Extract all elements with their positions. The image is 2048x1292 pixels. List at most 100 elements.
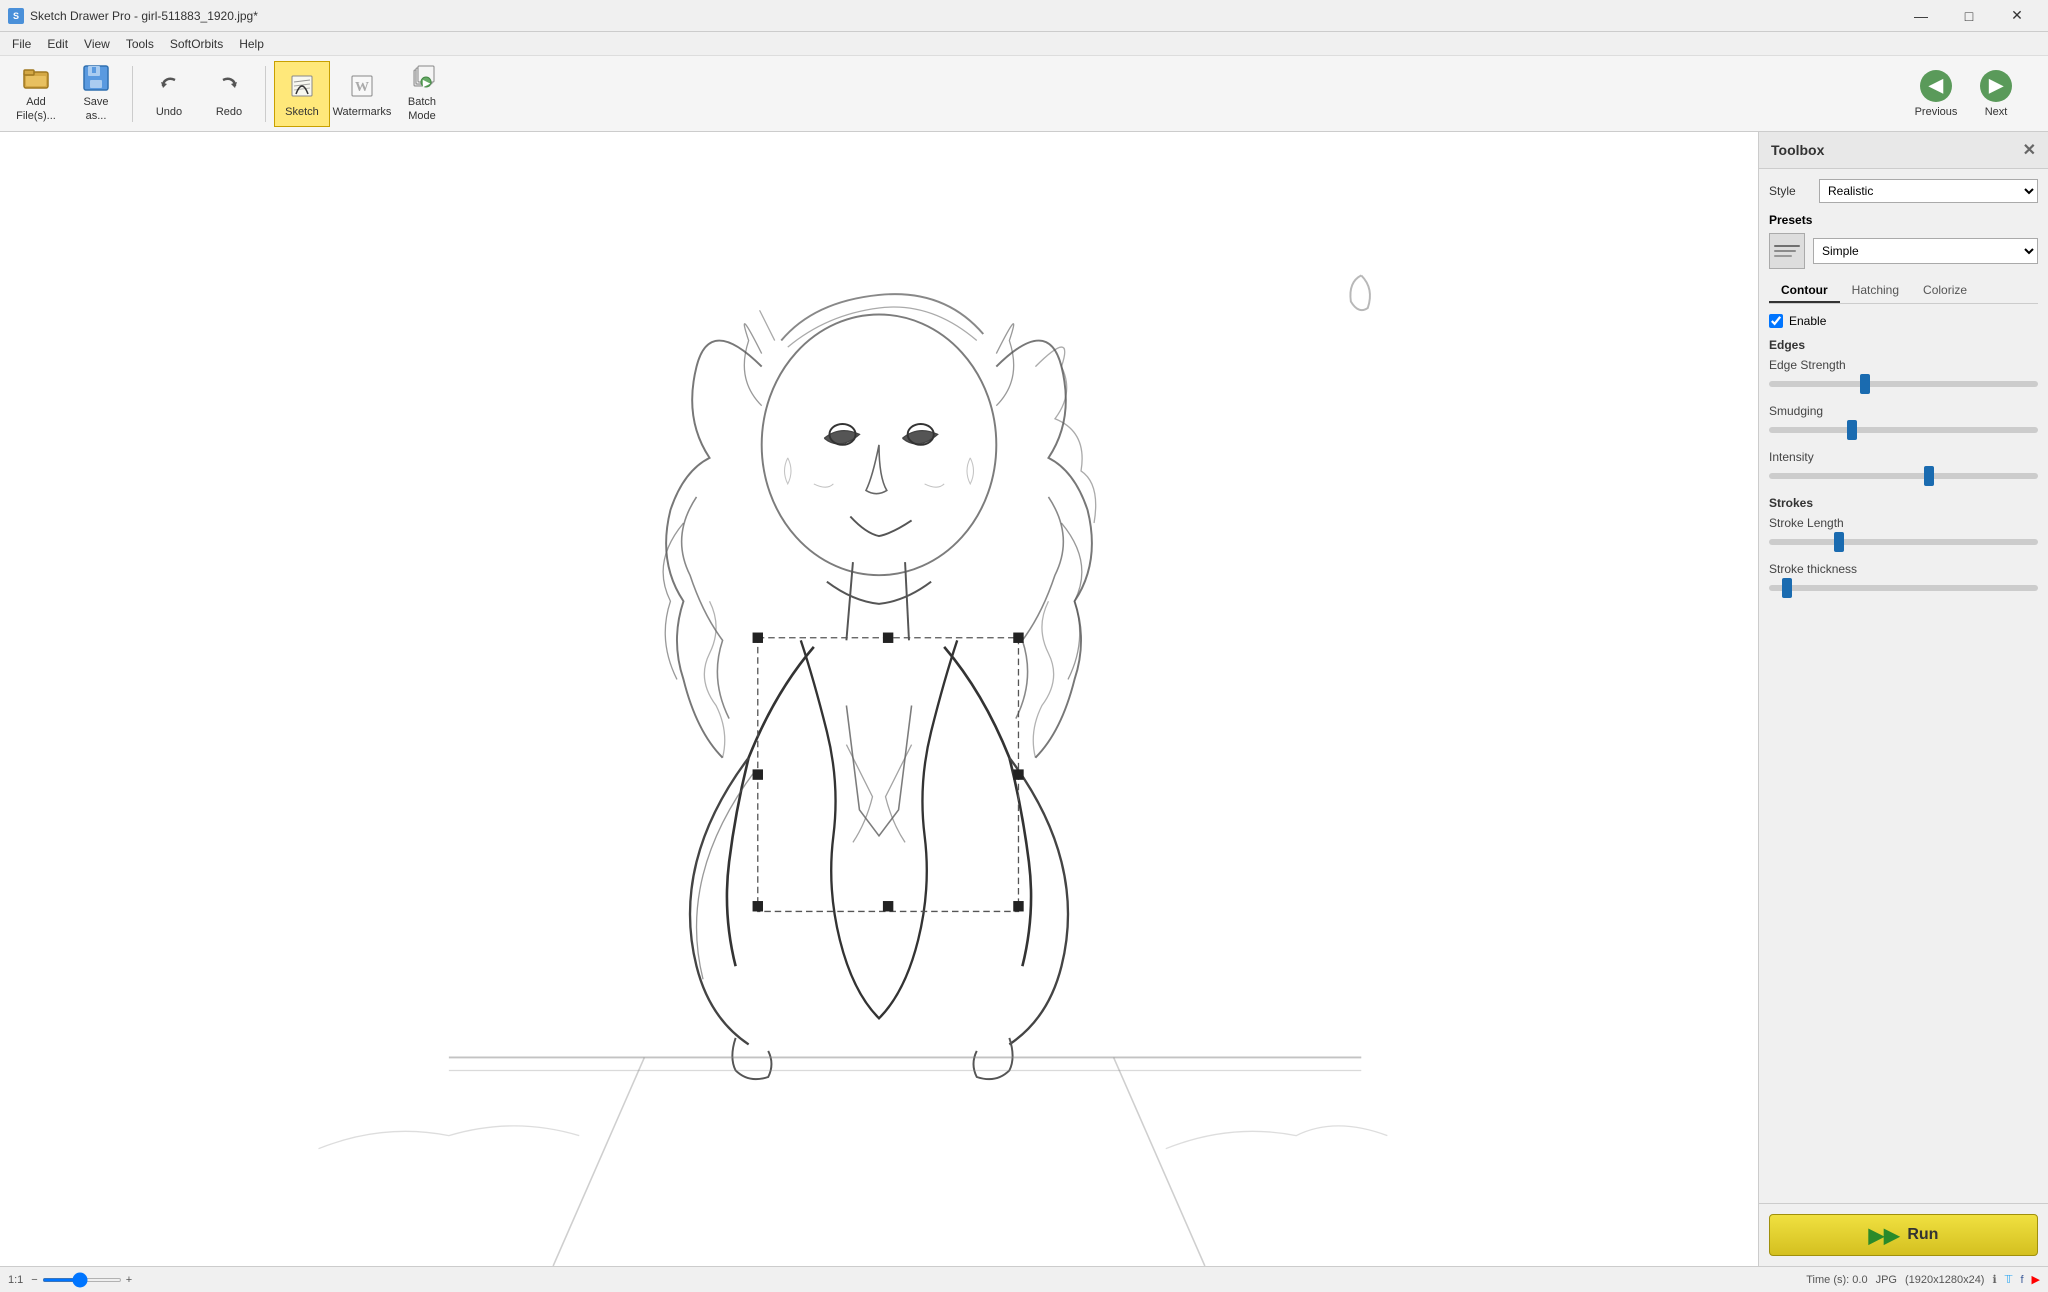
menu-view[interactable]: View: [76, 35, 118, 53]
previous-button[interactable]: ◀ Previous: [1908, 61, 1964, 127]
style-select[interactable]: Simple Realistic Artistic: [1819, 179, 2038, 203]
toolbox-title: Toolbox: [1771, 142, 1824, 158]
undo-button[interactable]: Undo: [141, 61, 197, 127]
zoom-control: − +: [31, 1274, 132, 1286]
stroke-length-label: Stroke Length: [1769, 516, 2038, 530]
title-bar: S Sketch Drawer Pro - girl-511883_1920.j…: [0, 0, 2048, 32]
zoom-plus-icon: +: [126, 1274, 132, 1286]
facebook-icon[interactable]: f: [2020, 1274, 2023, 1286]
intensity-slider[interactable]: [1769, 473, 2038, 479]
menu-file[interactable]: File: [4, 35, 39, 53]
toolbar: AddFile(s)... Saveas... Undo: [0, 56, 2048, 132]
sketch-canvas: [0, 132, 1758, 1266]
tab-contour[interactable]: Contour: [1769, 279, 1840, 303]
folder-open-icon: [20, 64, 52, 92]
edges-section: Edges Edge Strength Smudging Intensity: [1769, 338, 2038, 482]
sketch-icon: [286, 70, 318, 102]
next-button[interactable]: ▶ Next: [1968, 61, 2024, 127]
next-label: Next: [1985, 106, 2008, 118]
zoom-minus-icon: −: [31, 1274, 37, 1286]
strokes-section: Strokes Stroke Length Stroke thickness: [1769, 496, 2038, 594]
edge-strength-container: Edge Strength: [1769, 358, 2038, 390]
menu-edit[interactable]: Edit: [39, 35, 76, 53]
presets-icon: [1769, 233, 1805, 269]
dimensions-status: (1920x1280x24): [1905, 1274, 1985, 1286]
presets-row: Simple Detailed Bold: [1769, 233, 2038, 269]
svg-text:W: W: [355, 80, 369, 95]
svg-text:▶: ▶: [422, 78, 431, 88]
smudging-slider[interactable]: [1769, 427, 2038, 433]
minimize-button[interactable]: —: [1898, 0, 1944, 32]
add-files-button[interactable]: AddFile(s)...: [8, 61, 64, 127]
previous-label: Previous: [1915, 106, 1958, 118]
stroke-thickness-slider[interactable]: [1769, 585, 2038, 591]
toolbox-content: Style Simple Realistic Artistic Presets: [1759, 169, 2048, 1203]
toolbox-header: Toolbox ✕: [1759, 132, 2048, 169]
watermarks-button[interactable]: W Watermarks: [334, 61, 390, 127]
status-bar: 1:1 − + Time (s): 0.0 JPG (1920x1280x24)…: [0, 1266, 2048, 1292]
status-left: 1:1 − +: [8, 1274, 132, 1286]
close-button[interactable]: ✕: [1994, 0, 2040, 32]
next-arrow-icon: ▶: [1980, 70, 2012, 102]
stroke-length-slider[interactable]: [1769, 539, 2038, 545]
nav-buttons: ◀ Previous ▶ Next: [1908, 61, 2024, 127]
undo-label: Undo: [156, 106, 182, 118]
toolbox-panel: Toolbox ✕ Style Simple Realistic Artisti…: [1758, 132, 2048, 1266]
tab-hatching[interactable]: Hatching: [1840, 279, 1911, 303]
smudging-label: Smudging: [1769, 404, 2038, 418]
stroke-thickness-container: Stroke thickness: [1769, 562, 2038, 594]
enable-label: Enable: [1789, 314, 1826, 328]
presets-label: Presets: [1769, 213, 2038, 227]
edge-strength-label: Edge Strength: [1769, 358, 2038, 372]
youtube-icon[interactable]: ▶: [2032, 1273, 2040, 1286]
format-status: JPG: [1876, 1274, 1897, 1286]
canvas-area[interactable]: [0, 132, 1758, 1266]
run-label: Run: [1907, 1226, 1938, 1244]
stroke-thickness-label: Stroke thickness: [1769, 562, 2038, 576]
save-as-button[interactable]: Saveas...: [68, 61, 124, 127]
toolbar-separator-1: [132, 66, 133, 122]
intensity-label: Intensity: [1769, 450, 2038, 464]
strokes-section-label: Strokes: [1769, 496, 2038, 510]
redo-button[interactable]: Redo: [201, 61, 257, 127]
menu-softorbits[interactable]: SoftOrbits: [162, 35, 231, 53]
enable-checkbox[interactable]: [1769, 314, 1783, 328]
run-button[interactable]: ▶▶ Run: [1769, 1214, 2038, 1256]
sketch-image: [0, 132, 1758, 1266]
maximize-button[interactable]: □: [1946, 0, 1992, 32]
toolbar-separator-2: [265, 66, 266, 122]
stroke-length-container: Stroke Length: [1769, 516, 2038, 548]
run-arrow-icon: ▶▶: [1869, 1223, 1900, 1248]
title-bar-left: S Sketch Drawer Pro - girl-511883_1920.j…: [8, 8, 258, 24]
intensity-container: Intensity: [1769, 450, 2038, 482]
sketch-button[interactable]: Sketch: [274, 61, 330, 127]
edge-strength-slider[interactable]: [1769, 381, 2038, 387]
main-layout: Toolbox ✕ Style Simple Realistic Artisti…: [0, 132, 2048, 1266]
menu-help[interactable]: Help: [231, 35, 272, 53]
info-icon[interactable]: ℹ: [1992, 1273, 1996, 1286]
zoom-slider[interactable]: [42, 1278, 122, 1282]
menu-tools[interactable]: Tools: [118, 35, 162, 53]
save-as-label: Saveas...: [83, 96, 108, 122]
enable-row: Enable: [1769, 314, 2038, 328]
presets-section: Presets Simple Detailed Bold: [1769, 213, 2038, 269]
presets-select[interactable]: Simple Detailed Bold: [1813, 238, 2038, 264]
watermark-icon: W: [346, 70, 378, 102]
tab-colorize[interactable]: Colorize: [1911, 279, 1979, 303]
twitter-icon[interactable]: 𝕋: [2005, 1273, 2013, 1286]
batch-mode-button[interactable]: ▶ BatchMode: [394, 61, 450, 127]
add-files-label: AddFile(s)...: [16, 96, 56, 122]
toolbox-close-button[interactable]: ✕: [2023, 140, 2036, 160]
redo-icon: [213, 70, 245, 102]
zoom-ratio: 1:1: [8, 1274, 23, 1286]
time-status: Time (s): 0.0: [1806, 1274, 1867, 1286]
style-row: Style Simple Realistic Artistic: [1769, 179, 2038, 203]
run-section: ▶▶ Run: [1759, 1203, 2048, 1266]
status-right: Time (s): 0.0 JPG (1920x1280x24) ℹ 𝕋 f ▶: [1806, 1273, 2040, 1286]
style-label: Style: [1769, 184, 1819, 198]
app-icon: S: [8, 8, 24, 24]
tabs-row: Contour Hatching Colorize: [1769, 279, 2038, 304]
title-bar-controls: — □ ✕: [1898, 0, 2040, 32]
sketch-label: Sketch: [285, 106, 319, 118]
smudging-container: Smudging: [1769, 404, 2038, 436]
